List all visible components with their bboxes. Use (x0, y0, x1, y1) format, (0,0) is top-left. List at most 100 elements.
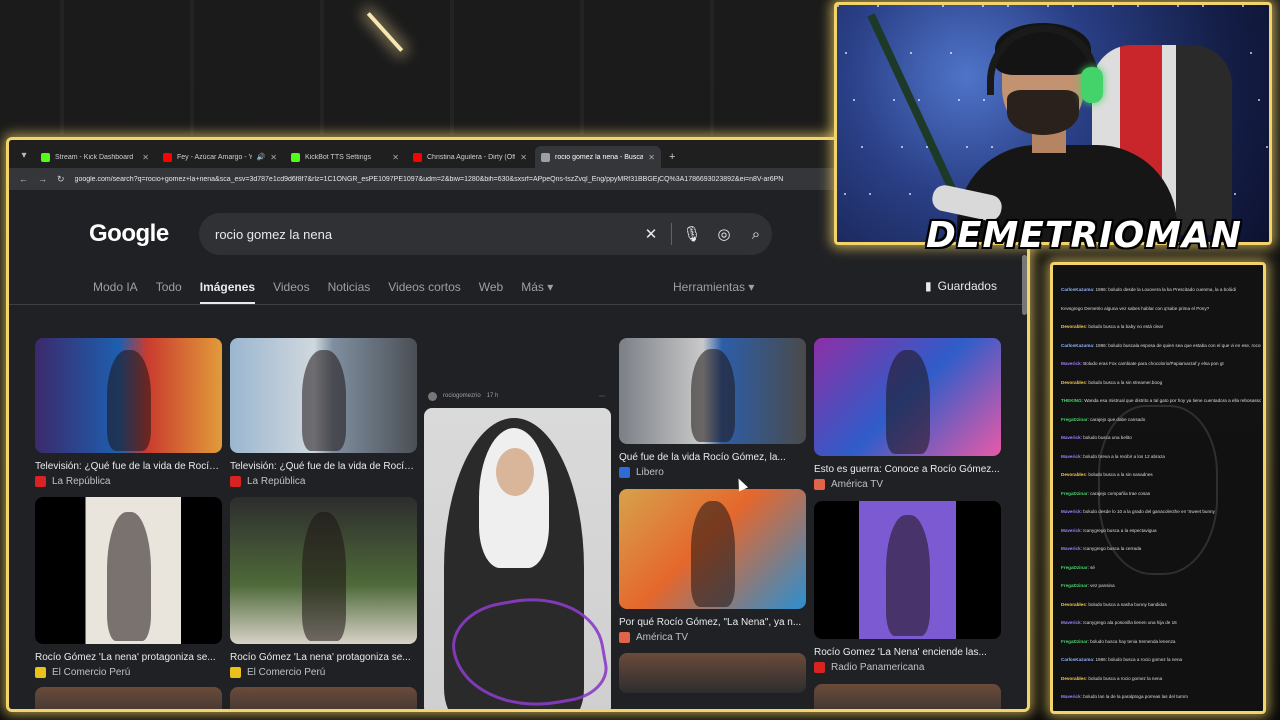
chat-username[interactable]: Devorables (1061, 602, 1086, 607)
result-thumbnail[interactable] (35, 687, 222, 709)
forward-icon[interactable]: → (38, 174, 47, 184)
result-source[interactable]: El Comercio Perú (35, 667, 130, 678)
chat-username[interactable]: THEKING (1061, 398, 1082, 403)
clear-icon[interactable]: ✕ (635, 225, 667, 243)
microphone-icon[interactable]: 🎙 (676, 225, 708, 243)
browser-tab[interactable]: Fey - Azúcar Amargo - YouTube 🔊 ✕ (157, 146, 283, 168)
browser-tab[interactable]: rocio gomez la nena - Buscar con Google ✕ (535, 146, 661, 168)
close-tab-icon[interactable]: ✕ (648, 153, 655, 162)
close-tab-icon[interactable]: ✕ (142, 153, 149, 162)
scrollbar[interactable] (1022, 255, 1027, 315)
result-source[interactable]: América TV (814, 479, 883, 490)
camera-lens-icon[interactable]: ◎ (708, 225, 740, 243)
tall-image-result[interactable]: rociogomezrio 17 h ⋯ (424, 391, 611, 709)
new-tab-icon[interactable]: + (669, 151, 675, 163)
close-tab-icon[interactable]: ✕ (270, 153, 277, 162)
filter-tab[interactable]: Más ▾ (521, 280, 553, 305)
browser-tab[interactable]: Stream - Kick Dashboard ✕ (35, 146, 155, 168)
filter-tab[interactable]: Videos (273, 280, 309, 305)
image-result[interactable]: Por qué Rocío Gómez, "La Nena", ya n... A… (619, 489, 806, 649)
chat-username[interactable]: Devorables (1061, 676, 1086, 681)
close-tab-icon[interactable]: ✕ (520, 153, 527, 162)
image-result[interactable]: Televisión: ¿Qué fue de la vida de Rocío… (230, 338, 417, 493)
chat-username[interactable]: Maverick (1061, 694, 1081, 699)
chat-username[interactable]: CarlosKazuma (1061, 343, 1093, 348)
result-thumbnail[interactable] (814, 338, 1001, 456)
saved-button[interactable]: ▮ Guardados (925, 279, 997, 293)
image-result[interactable]: Rocío Gómez 'La nena' protagoniza se... E… (35, 497, 222, 684)
chat-username[interactable]: FregaDzinar (1061, 491, 1088, 496)
filter-tab[interactable]: Modo IA (93, 280, 138, 305)
chat-username[interactable]: FregaDzinar (1061, 417, 1088, 422)
close-tab-icon[interactable]: ✕ (392, 153, 399, 162)
tab-title: Stream - Kick Dashboard (55, 153, 134, 161)
filter-tab[interactable]: Todo (156, 280, 182, 305)
reload-icon[interactable]: ↻ (57, 174, 65, 185)
result-caption[interactable]: Esto es guerra: Conoce a Rocío Gómez... (814, 464, 1001, 475)
speaker-icon[interactable]: 🔊 (257, 153, 266, 161)
image-result[interactable]: Rocío Gomez 'La Nena' enciende las... Rad… (814, 501, 1001, 679)
result-thumbnail[interactable] (230, 497, 417, 644)
search-input[interactable]: rocio gomez la nena (215, 227, 635, 242)
star (1007, 5, 1009, 7)
result-thumbnail[interactable] (35, 338, 222, 453)
result-caption[interactable]: Televisión: ¿Qué fue de la vida de Rocío… (230, 461, 417, 472)
search-icon[interactable]: ⌕ (740, 226, 772, 243)
result-caption[interactable]: Televisión: ¿Qué fue de la vida de Rocío… (35, 461, 222, 472)
google-logo[interactable]: Google (89, 220, 169, 248)
filter-tab[interactable]: Videos cortos (388, 280, 461, 305)
chat-username[interactable]: Devorables (1061, 324, 1086, 329)
result-source[interactable]: América TV (619, 632, 688, 643)
back-icon[interactable]: ← (19, 174, 28, 184)
filter-tab[interactable]: Imágenes (199, 280, 256, 305)
result-thumbnail[interactable] (814, 684, 1001, 709)
filter-tab[interactable]: Noticias (328, 280, 371, 305)
result-thumbnail[interactable] (424, 408, 611, 709)
chat-username[interactable]: Maverick (1061, 509, 1081, 514)
chat-username[interactable]: Devorables (1061, 380, 1086, 385)
chat-username[interactable]: FregaDzinar (1061, 639, 1088, 644)
result-source[interactable]: La República (230, 476, 305, 487)
browser-tab[interactable]: KickBot TTS Settings ✕ (285, 146, 405, 168)
result-thumbnail[interactable] (619, 489, 806, 609)
chat-username[interactable]: FregaDzinar (1061, 565, 1088, 570)
tools-dropdown[interactable]: Herramientas ▾ (673, 280, 754, 294)
image-result[interactable]: Qué fue de la vida Rocío Gómez, la... Lib… (619, 338, 806, 484)
chat-username[interactable]: Maverick (1061, 528, 1081, 533)
more-icon[interactable]: ⋯ (599, 393, 605, 400)
image-result[interactable]: Rocío Gómez 'La nena' protagoniza se... E… (230, 497, 417, 684)
result-thumbnail[interactable] (619, 653, 806, 693)
result-thumbnail[interactable] (619, 338, 806, 444)
result-thumbnail[interactable] (35, 497, 222, 644)
result-source[interactable]: Libero (619, 467, 664, 478)
chat-username[interactable]: Maverick (1061, 361, 1081, 366)
result-caption[interactable]: Rocío Gómez 'La nena' protagoniza se... (35, 652, 222, 663)
result-caption[interactable]: Rocío Gomez 'La Nena' enciende las... (814, 647, 1001, 658)
chat-username[interactable]: Devorables (1061, 472, 1086, 477)
image-result[interactable]: Televisión: ¿Qué fue de la vida de Rocío… (35, 338, 222, 493)
result-thumbnail[interactable] (230, 338, 417, 453)
result-caption[interactable]: Rocío Gómez 'La nena' protagoniza se... (230, 652, 417, 663)
filter-tab[interactable]: Web (479, 280, 503, 305)
chat-username[interactable]: Maverick (1061, 435, 1081, 440)
chat-username[interactable]: CarlosKazuma (1061, 657, 1093, 662)
header-divider (9, 304, 1027, 305)
chat-message: Devorables: boludo busca a la baby no es… (1061, 324, 1261, 330)
result-thumbnail[interactable] (230, 687, 417, 709)
chat-username[interactable]: CarlosKazuma (1061, 287, 1093, 292)
browser-tab[interactable]: Christina Aguilera - Dirty (Official Vid… (407, 146, 533, 168)
tab-search-icon[interactable]: ▾ (15, 146, 33, 164)
search-box[interactable]: rocio gomez la nena ✕ 🎙 ◎ ⌕ (199, 213, 772, 255)
chat-username[interactable]: Maverick (1061, 454, 1081, 459)
result-caption[interactable]: Por qué Rocío Gómez, "La Nena", ya n... (619, 617, 806, 628)
result-source[interactable]: Radio Panamericana (814, 662, 924, 673)
image-result[interactable]: Esto es guerra: Conoce a Rocío Gómez... A… (814, 338, 1001, 496)
result-thumbnail[interactable] (814, 501, 1001, 639)
source-name: Radio Panamericana (831, 662, 925, 673)
result-caption[interactable]: Qué fue de la vida Rocío Gómez, la... (619, 452, 806, 463)
result-source[interactable]: La República (35, 476, 110, 487)
chat-username[interactable]: FregaDzinar (1061, 583, 1088, 588)
chat-username[interactable]: Maverick (1061, 620, 1081, 625)
result-source[interactable]: El Comercio Perú (230, 667, 325, 678)
chat-username[interactable]: Maverick (1061, 546, 1081, 551)
